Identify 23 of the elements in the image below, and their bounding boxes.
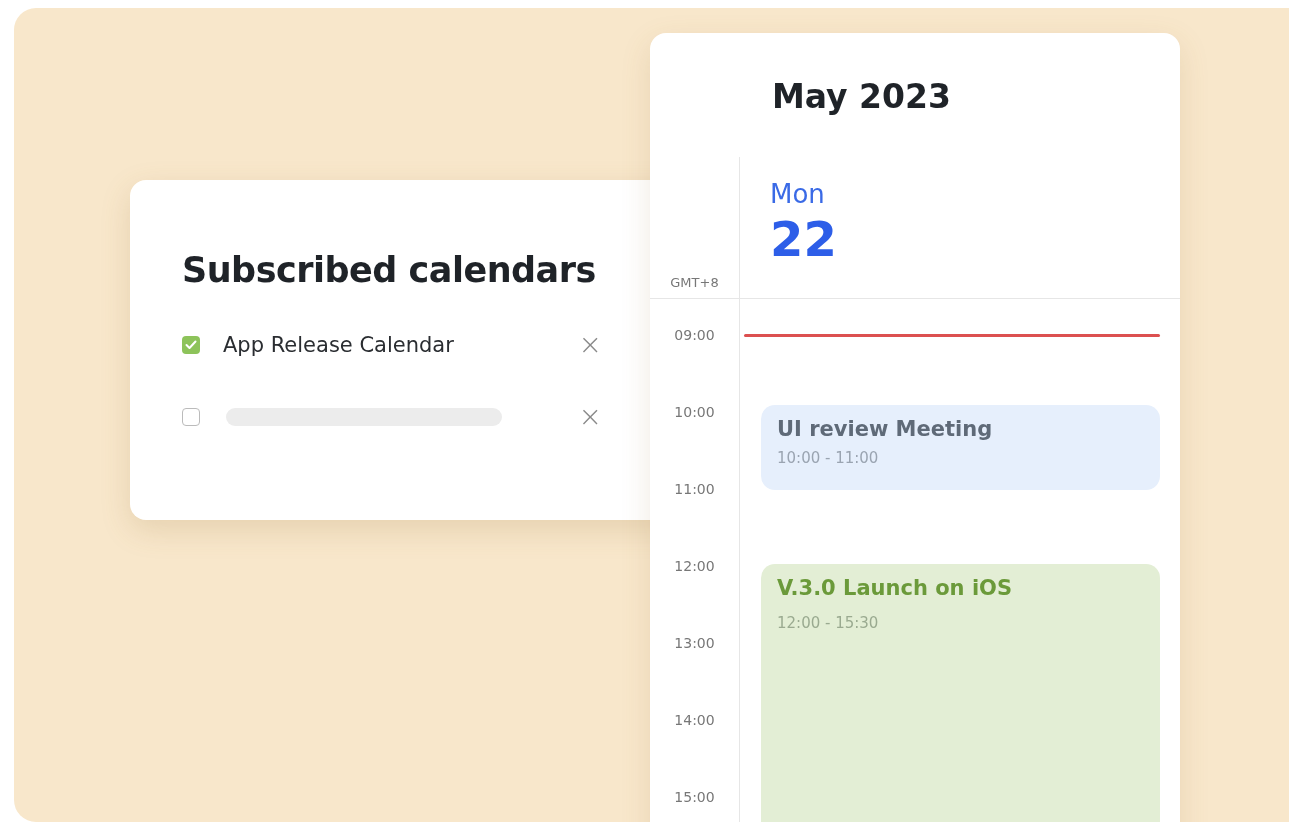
weekday-label: Mon [770, 179, 826, 209]
remove-button[interactable]: × [578, 403, 602, 431]
event-title: V.3.0 Launch on iOS [777, 576, 1014, 600]
hour-label: 15:00 [674, 789, 715, 805]
hour-label: 14:00 [674, 712, 715, 728]
day-number: 22 [770, 211, 837, 267]
hour-label: 12:00 [674, 558, 715, 574]
checkbox[interactable] [182, 336, 200, 354]
hour-label: 13:00 [674, 635, 715, 651]
event-card[interactable]: V.3.0 Launch on iOS 12:00 - 15:30 [761, 564, 1160, 822]
event-time: 10:00 - 11:00 [777, 449, 880, 467]
calendar-name: App Release Calendar [223, 333, 455, 357]
check-icon [185, 340, 197, 350]
remove-button[interactable]: × [578, 331, 602, 359]
month-title: May 2023 [772, 77, 951, 116]
timezone-label: GMT+8 [670, 275, 719, 290]
hour-label: 10:00 [674, 404, 715, 420]
event-time: 12:00 - 15:30 [777, 614, 880, 632]
event-card[interactable]: UI review Meeting 10:00 - 11:00 [761, 405, 1160, 490]
hour-label: 11:00 [674, 481, 715, 497]
checkbox[interactable] [182, 408, 200, 426]
hour-label: 09:00 [674, 327, 715, 343]
event-title: UI review Meeting [777, 417, 994, 441]
